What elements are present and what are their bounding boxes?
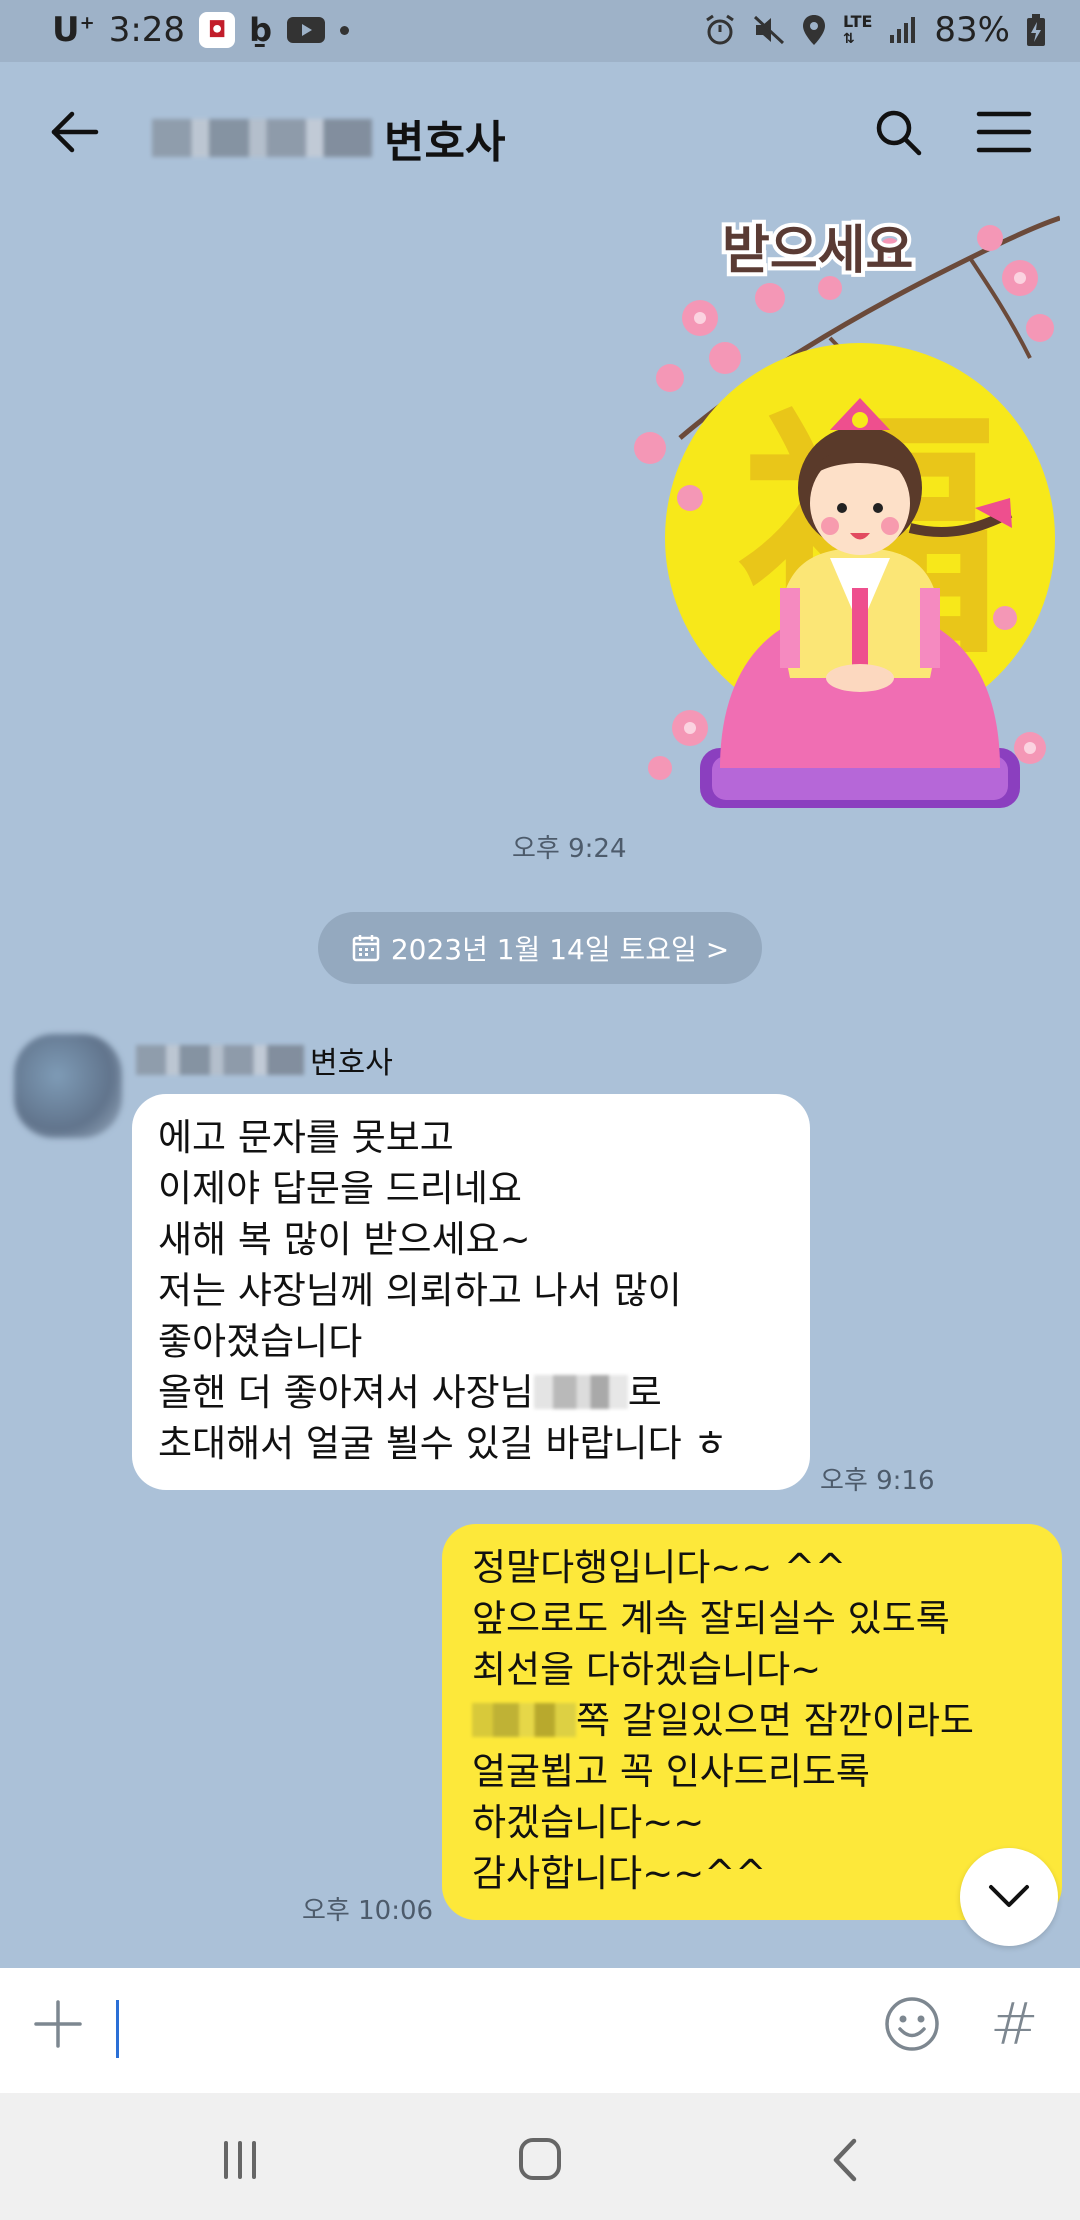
message-line: 이제야 답문을 드리네요: [158, 1167, 522, 1210]
text-cursor: [116, 2000, 119, 2058]
message-line: 정말다행입니다~~ ^^: [472, 1546, 847, 1589]
chat-title[interactable]: 변호사: [152, 106, 505, 170]
chat-header: 변호사: [0, 62, 1080, 212]
network-type: LTE ⇅: [843, 11, 873, 47]
search-icon[interactable]: [872, 106, 924, 158]
chat-title-text: 변호사: [384, 117, 506, 168]
sender-name: 변호사: [136, 1038, 393, 1082]
battery-percent: 83%: [934, 10, 1010, 50]
message-line: 올핸 더 좋아져서 사장님 로: [158, 1367, 784, 1418]
sticker-timestamp: 오후 9:24: [512, 834, 627, 864]
sticker-text: 받으세요: [722, 221, 913, 281]
plus-icon[interactable]: [32, 1998, 84, 2050]
new-year-sticker[interactable]: 福 받으세요: [630, 208, 1060, 828]
status-bar: U+ 3:28 ◘ ḇ LTE ⇅ 83%: [0, 0, 1080, 62]
redacted-sender: [136, 1045, 304, 1075]
message-line: 초대해서 얼굴 뵐수 있길 바랍니다 ㅎ: [158, 1422, 728, 1465]
redacted-name: [152, 119, 372, 157]
message-text: 쪽 갈일있으면 잠깐이라도: [576, 1699, 974, 1742]
chevron-down-icon: [989, 1885, 1029, 1907]
back-nav-icon[interactable]: [816, 2135, 876, 2185]
system-nav-bar: [0, 2093, 1080, 2220]
clock: 3:28: [108, 10, 186, 50]
back-arrow-icon[interactable]: [46, 104, 102, 160]
redacted-text: [472, 1703, 576, 1737]
emoji-icon[interactable]: [882, 1994, 942, 2054]
message-line: 최선을 다하겠습니다~: [472, 1648, 822, 1691]
carrier-label: U+: [52, 10, 95, 50]
sender-avatar[interactable]: [14, 1034, 122, 1138]
message-line: 좋아졌습니다: [158, 1320, 363, 1363]
menu-icon[interactable]: [976, 108, 1032, 156]
date-divider[interactable]: 2023년 1월 14일 토요일 >: [318, 912, 762, 984]
redacted-text: [533, 1375, 628, 1409]
signal-icon: [890, 17, 916, 43]
outgoing-timestamp: 오후 10:06: [302, 1896, 434, 1926]
message-text: 올핸 더 좋아져서 사장님: [158, 1371, 534, 1414]
status-bar-right: LTE ⇅ 83%: [703, 10, 1046, 50]
date-divider-text: 2023년 1월 14일 토요일 >: [390, 933, 730, 966]
message-line: 앞으로도 계속 잘되실수 있도록: [472, 1597, 950, 1640]
battery-charging-icon: [1027, 14, 1045, 46]
notification-app-icon: ◘: [199, 12, 236, 48]
b-app-icon: ḇ: [249, 11, 272, 49]
message-line: 감사합니다~~^^: [472, 1852, 767, 1895]
message-line: 에고 문자를 못보고: [158, 1116, 454, 1159]
more-notifications-dot: [339, 25, 349, 35]
message-input[interactable]: [112, 1990, 856, 2070]
home-icon[interactable]: [510, 2135, 570, 2185]
incoming-timestamp: 오후 9:16: [820, 1466, 935, 1496]
message-line: 새해 복 많이 받으세요~: [158, 1218, 531, 1261]
message-line: 저는 샤장님께 의뢰하고 나서 많이: [158, 1269, 682, 1312]
scroll-to-bottom-button[interactable]: [960, 1848, 1058, 1946]
status-bar-left: U+ 3:28 ◘ ḇ: [52, 10, 349, 50]
hashtag-button[interactable]: #: [990, 1990, 1039, 2058]
sender-name-text: 변호사: [310, 1046, 393, 1081]
mute-icon: [754, 15, 785, 45]
recent-apps-icon[interactable]: [210, 2135, 270, 2185]
incoming-message-bubble[interactable]: 에고 문자를 못보고 이제야 답문을 드리네요 새해 복 많이 받으세요~ 저는…: [132, 1094, 810, 1490]
youtube-icon: [286, 17, 325, 43]
message-text: 로: [627, 1371, 662, 1414]
message-input-bar: #: [0, 1968, 1080, 2093]
alarm-icon: [706, 14, 734, 45]
message-line: 쪽 갈일있으면 잠깐이라도: [472, 1695, 1032, 1746]
location-icon: [803, 15, 826, 45]
message-line: 얼굴뵙고 꼭 인사드리도록: [472, 1750, 870, 1793]
message-line: 하겠습니다~~: [472, 1801, 705, 1844]
calendar-icon: [352, 935, 380, 962]
outgoing-message-bubble[interactable]: 정말다행입니다~~ ^^ 앞으로도 계속 잘되실수 있도록 최선을 다하겠습니다…: [442, 1524, 1062, 1920]
